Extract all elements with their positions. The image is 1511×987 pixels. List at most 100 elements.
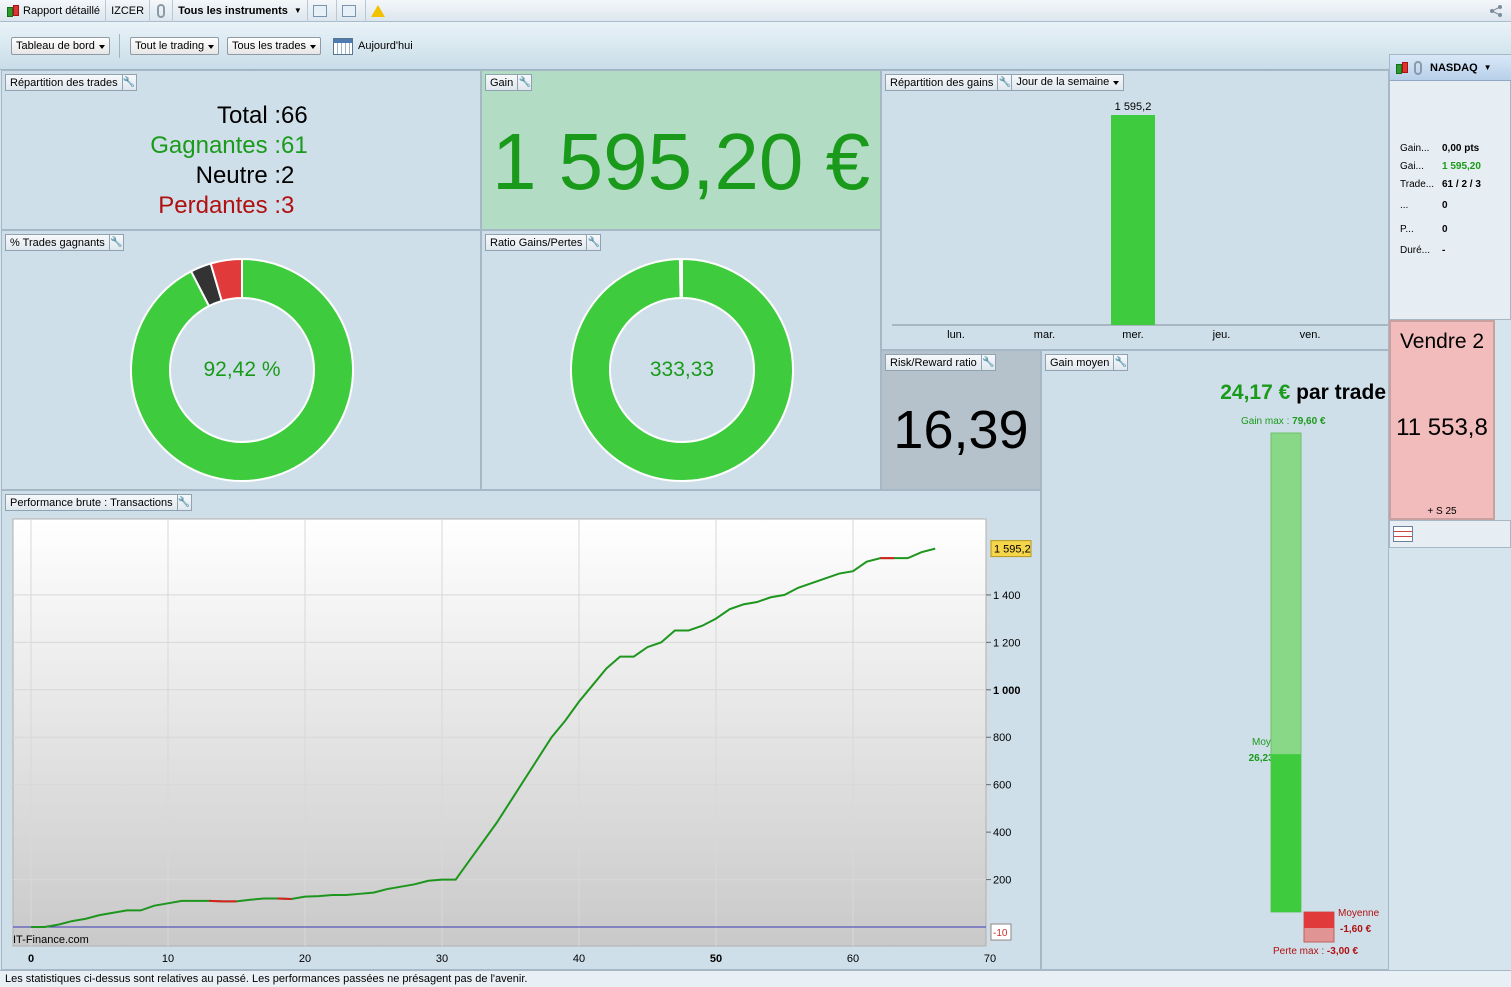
losing-label: Perdantes : <box>158 192 281 219</box>
side-row-key: Trade... <box>1400 179 1435 190</box>
trading-dropdown[interactable]: Tout le trading <box>130 37 220 55</box>
side-row-value: - <box>1442 245 1446 256</box>
gain-split-panel: Répartition des gains 🔧 Jour de la semai… <box>881 70 1389 350</box>
side-row: Gain... 0,00 pts <box>1400 143 1479 154</box>
win-rate-value: 92,42 % <box>203 358 281 381</box>
side-row-key: P... <box>1400 224 1414 235</box>
instruments-label: Tous les instruments <box>178 4 288 17</box>
gain-value: 1 595,20 € <box>491 117 871 206</box>
sell-button[interactable]: Vendre 2 11 553,8 + S 25 <box>1389 320 1495 520</box>
wrench-icon[interactable]: 🔧 <box>121 75 136 90</box>
risk-reward-value: 16,39 <box>893 400 1029 460</box>
instruments-dropdown[interactable]: Tous les instruments ▼ <box>173 0 308 22</box>
side-row-key: ... <box>1400 200 1409 211</box>
performance-line-chart[interactable]: 0 10 20 30 40 50 60 70 200 400 600 800 1 000 1 200 1 4… <box>2 491 1040 969</box>
side-row-key: Gai... <box>1400 161 1424 172</box>
disclaimer: Les statistiques ci-dessus sont relative… <box>0 970 1511 987</box>
chart-button[interactable] <box>308 0 337 22</box>
account-selector[interactable]: IZCER <box>106 0 151 22</box>
winning-line: Gagnantes :61 <box>2 132 480 160</box>
neutral-line: Neutre :2 <box>2 162 480 190</box>
weekday-bar <box>1111 115 1155 325</box>
total-label: Total : <box>216 102 281 129</box>
neutral-value: 2 <box>281 162 295 189</box>
y-tick-label: 1 000 <box>993 685 1021 697</box>
wrench-icon[interactable]: 🔧 <box>980 355 995 370</box>
gain-loss-ratio-value: 333,33 <box>649 358 715 381</box>
account-label: IZCER <box>111 4 145 17</box>
panel-header: Risk/Reward ratio 🔧 <box>885 354 996 371</box>
x-tick-label: 30 <box>436 953 448 965</box>
grid-icon[interactable] <box>1393 526 1413 542</box>
panel-title: Risk/Reward ratio <box>890 356 977 369</box>
market-selector[interactable]: NASDAQ <box>1430 62 1478 74</box>
panel-header: Gain 🔧 <box>485 74 533 91</box>
share-button[interactable] <box>1489 4 1503 21</box>
x-tick-label: 50 <box>710 953 722 965</box>
performance-panel: Performance brute : Transactions 🔧 0 10 20… <box>1 490 1041 970</box>
warning-button[interactable] <box>366 0 394 22</box>
wrench-icon[interactable]: 🔧 <box>517 75 531 90</box>
trades-split-panel: Répartition des trades 🔧 Total :66 Gagna… <box>1 70 481 230</box>
y-tick-label: 400 <box>993 827 1011 839</box>
y-tick-label: 800 <box>993 732 1011 744</box>
neutral-label: Neutre : <box>195 162 281 189</box>
weekday-bar-label: 1 595,2 <box>1115 101 1152 113</box>
candlestick-icon <box>5 4 19 18</box>
y-tick-label: 200 <box>993 875 1011 887</box>
panel-header: Répartition des trades 🔧 <box>5 74 137 91</box>
today-label: Aujourd'hui <box>358 40 413 52</box>
sell-price: 11 553,8 <box>1396 414 1488 441</box>
instrument-panel: NASDAQ ▼ Gain... 0,00 pts Gai... 1 595,20 … <box>1389 54 1511 320</box>
link-icon[interactable] <box>1414 60 1422 75</box>
side-row-value: 0 <box>1442 200 1448 211</box>
copy-icon <box>341 4 356 17</box>
weekday-tick-label: ven. <box>1300 329 1321 341</box>
toolbar-divider <box>119 34 120 58</box>
weekday-tick-label: jeu. <box>1212 329 1231 341</box>
x-tick-label: 70 <box>984 953 996 965</box>
side-row-value: 1 595,20 <box>1442 161 1481 172</box>
weekday-tick-label: mer. <box>1122 329 1143 341</box>
total-value: 66 <box>281 102 308 129</box>
chart-icon <box>312 4 327 17</box>
loss-max-value: -3,00 € <box>1326 946 1359 957</box>
report-tab[interactable]: Rapport détaillé <box>0 0 107 22</box>
loss-max-label: Perte max : <box>1273 946 1325 957</box>
losing-value: 3 <box>281 192 295 219</box>
side-row-value: 61 / 2 / 3 <box>1442 179 1481 190</box>
side-row: P... 0 <box>1400 224 1448 235</box>
side-row-value: 0,00 pts <box>1442 143 1480 154</box>
gain-mean-bar <box>1271 754 1301 912</box>
side-row: Duré... - <box>1400 245 1445 256</box>
grid-toggle-bar <box>1389 520 1511 548</box>
weekday-tick-label: lun. <box>947 329 965 341</box>
trades-dropdown[interactable]: Tous les trades <box>227 37 321 55</box>
total-line: Total :66 <box>2 102 480 130</box>
baseline-label: -10 <box>993 928 1008 939</box>
x-tick-label: 20 <box>299 953 311 965</box>
watermark: IT-Finance.com <box>13 934 89 946</box>
side-row: Trade... 61 / 2 / 3 <box>1400 179 1481 190</box>
loss-mean-label: Moyenne <box>1338 908 1380 919</box>
last-value-label: 1 595,2 <box>994 544 1031 556</box>
weekday-tick-label: mar. <box>1034 329 1055 341</box>
chevron-down-icon: ▼ <box>293 6 302 15</box>
weekday-bar-chart: lun.mar.mer.1 595,2jeu.ven.s <box>892 101 1388 341</box>
x-tick-label: 60 <box>847 953 859 965</box>
dashboard-dropdown[interactable]: Tableau de bord <box>11 37 110 55</box>
top-bar: Rapport détaillé IZCER Tous les instrume… <box>0 0 1511 22</box>
loss-max-annotation: Perte max : -3,00 € <box>1273 946 1358 957</box>
copy-button[interactable] <box>337 0 366 22</box>
panel-title: Répartition des trades <box>10 76 118 89</box>
side-row: ... 0 <box>1400 200 1448 211</box>
share-icon <box>1490 5 1502 17</box>
losing-line: Perdantes :3 <box>2 192 480 220</box>
y-tick-label: 1 400 <box>993 590 1021 602</box>
plot-area <box>12 518 987 947</box>
instrument-header: NASDAQ ▼ <box>1390 55 1511 81</box>
x-tick-label: 40 <box>573 953 585 965</box>
side-row-key: Duré... <box>1400 245 1431 256</box>
link-toggle[interactable] <box>150 0 174 22</box>
today-button[interactable]: Aujourd'hui <box>333 37 413 55</box>
